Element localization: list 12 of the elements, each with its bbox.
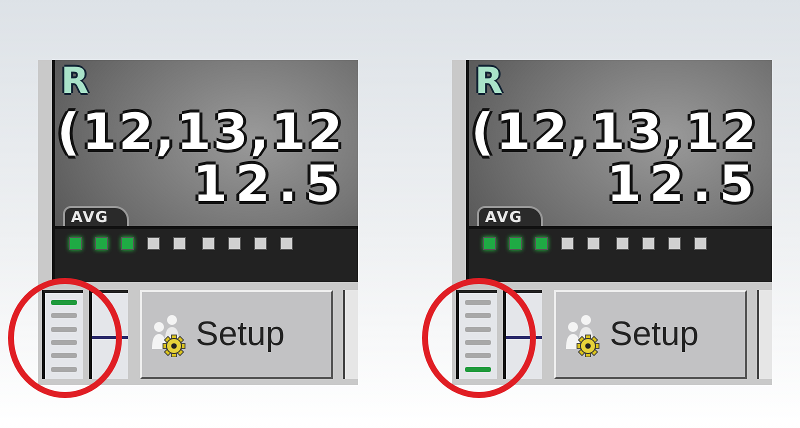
channel-label: R	[475, 64, 503, 100]
marker-gauge[interactable]	[42, 290, 83, 379]
average-value: 12.5	[192, 158, 348, 210]
reading-values: (12,13,12	[471, 106, 759, 158]
reading-values: (12,13,12	[57, 106, 345, 158]
partial-button[interactable]	[756, 290, 772, 379]
average-value: 12.5	[606, 158, 762, 210]
setup-button[interactable]: Setup	[554, 290, 747, 379]
marker-gauge[interactable]	[456, 290, 497, 379]
channel-label: R	[61, 64, 89, 100]
partial-button[interactable]	[342, 290, 358, 379]
setup-button[interactable]: Setup	[140, 290, 333, 379]
